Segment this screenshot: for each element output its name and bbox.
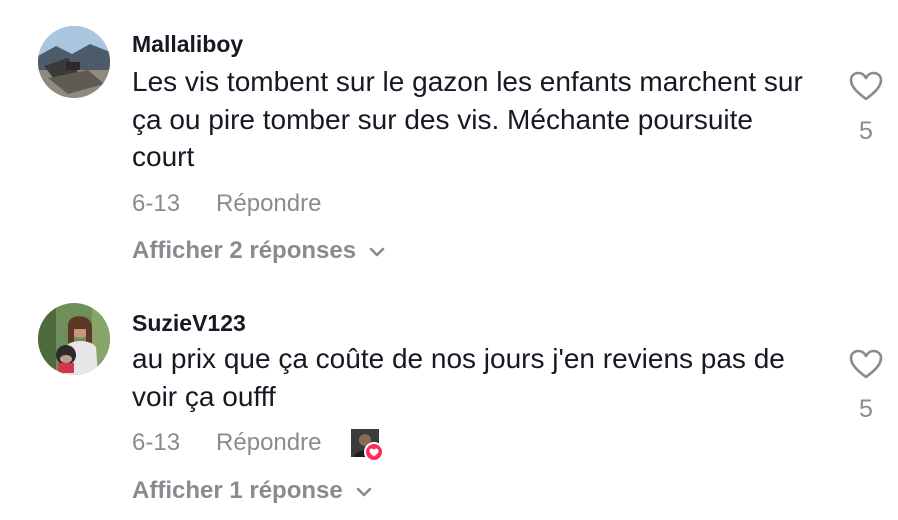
chevron-down-icon xyxy=(368,237,386,265)
view-replies-button[interactable]: Afficher 2 réponses xyxy=(132,237,386,265)
view-replies-button[interactable]: Afficher 1 réponse xyxy=(132,477,373,505)
comment-text: Les vis tombent sur le gazon les enfants… xyxy=(132,66,803,172)
liked-by-creator-badge xyxy=(351,429,385,462)
like-count: 5 xyxy=(859,395,873,423)
avatar[interactable] xyxy=(38,26,110,98)
comment-meta: 6-13 Répondre xyxy=(132,190,321,218)
comment-text: au prix que ça coûte de nos jours j'en r… xyxy=(132,343,785,412)
avatar[interactable] xyxy=(38,303,110,375)
comment-meta: 6-13 Répondre xyxy=(132,429,385,462)
comment-username[interactable]: SuzieV123 xyxy=(132,310,246,337)
comment-date: 6-13 xyxy=(132,429,181,456)
chevron-down-icon xyxy=(355,477,373,505)
like-button[interactable]: 5 xyxy=(846,70,886,146)
reply-button[interactable]: Répondre xyxy=(216,190,321,218)
like-button[interactable]: 5 xyxy=(846,348,886,424)
heart-outline-icon xyxy=(848,349,884,384)
heart-filled-icon xyxy=(364,442,385,462)
view-replies-label: Afficher 1 réponse xyxy=(132,477,343,504)
comment-username[interactable]: Mallaliboy xyxy=(132,31,243,58)
like-count: 5 xyxy=(859,117,873,145)
comment-item: SuzieV123 au prix que ça coûte de nos jo… xyxy=(0,290,898,520)
comment-item: Mallaliboy Les vis tombent sur le gazon … xyxy=(0,0,898,290)
reply-button[interactable]: Répondre xyxy=(216,429,321,457)
view-replies-label: Afficher 2 réponses xyxy=(132,237,357,264)
heart-outline-icon xyxy=(848,71,884,106)
comment-date: 6-13 xyxy=(132,190,181,217)
